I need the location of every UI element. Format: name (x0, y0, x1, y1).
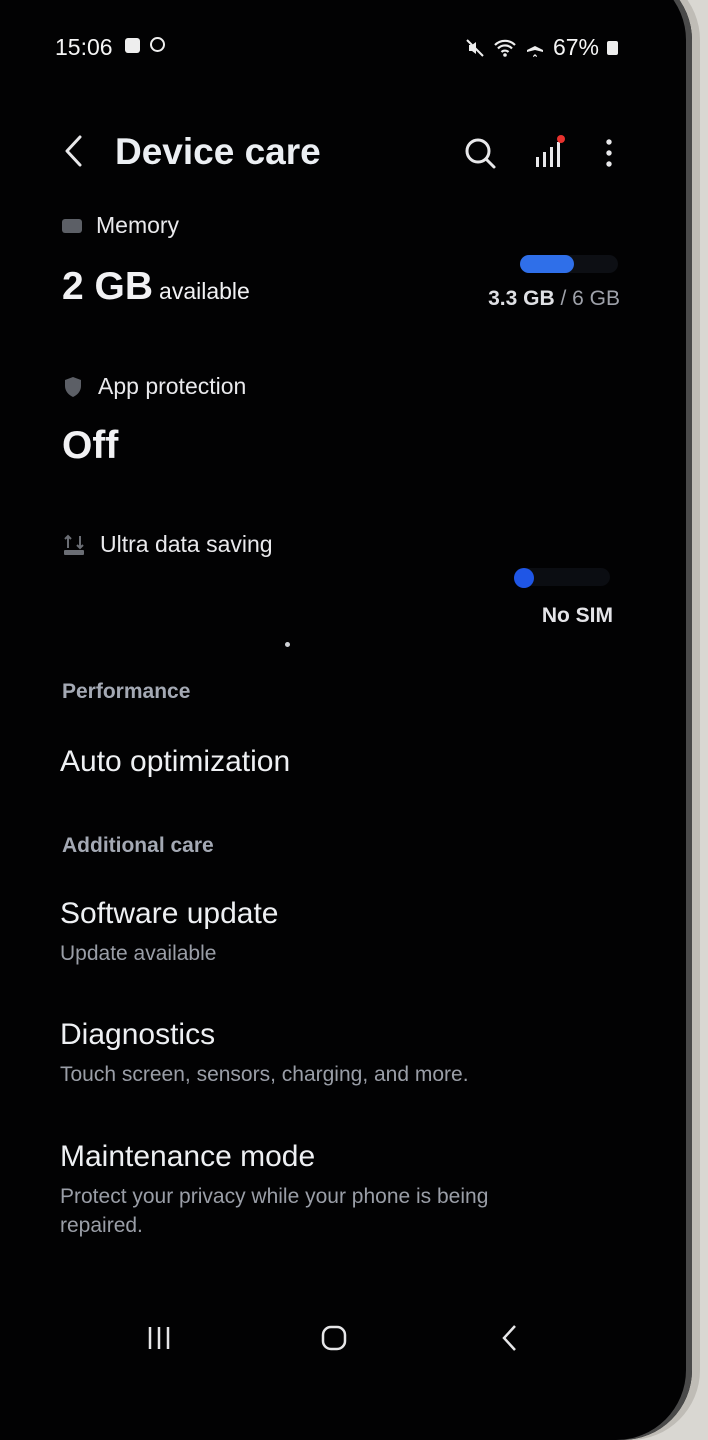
status-icons: 67% (465, 34, 618, 61)
memory-row[interactable]: Memory (62, 212, 179, 239)
status-bar: 15:06 67% (55, 34, 618, 64)
maintenance-mode-item[interactable]: Maintenance mode Protect your privacy wh… (60, 1140, 560, 1240)
ultra-data-saving-row[interactable]: Ultra data saving (62, 531, 273, 558)
page-indicator-dot (285, 642, 290, 647)
auto-optimization-item[interactable]: Auto optimization (60, 745, 620, 779)
memory-value: 2 GB (62, 265, 154, 308)
bar-chart-icon (536, 135, 565, 167)
performance-stats-button[interactable] (530, 133, 570, 173)
sync-icon (150, 37, 165, 52)
memory-label: Memory (96, 212, 180, 238)
navigation-bar (0, 1315, 708, 1365)
memory-icon (62, 218, 82, 233)
software-update-item[interactable]: Software update Update available (60, 897, 620, 968)
device-care-screen: 15:06 67% Device care Memory 2 GB availa… (0, 0, 680, 1395)
more-options-button[interactable] (590, 133, 628, 173)
app-bar: Device care (0, 125, 680, 185)
ultra-data-saving-label: Ultra data saving (100, 531, 273, 557)
recent-apps-button[interactable] (134, 1315, 184, 1360)
app-protection-value: Off (62, 424, 119, 467)
home-button[interactable] (309, 1315, 359, 1360)
memory-total: / 6 GB (560, 287, 620, 310)
diagnostics-title: Diagnostics (60, 1018, 216, 1051)
status-time: 15:06 (55, 34, 113, 60)
auto-optimization-title: Auto optimization (60, 745, 291, 778)
shield-icon (65, 376, 81, 397)
mute-icon (466, 38, 484, 57)
airplane-icon (526, 38, 543, 57)
data-saving-indicator (514, 568, 534, 588)
chevron-left-icon (65, 135, 82, 167)
notification-icon (125, 38, 140, 53)
home-icon (321, 1325, 347, 1350)
performance-heading: Performance (62, 680, 191, 703)
maintenance-mode-title: Maintenance mode (60, 1140, 316, 1173)
back-icon (502, 1324, 516, 1351)
software-update-title: Software update (60, 897, 279, 930)
data-saving-icon (64, 534, 84, 555)
recents-icon (148, 1326, 170, 1349)
page-title: Device care (115, 131, 321, 172)
nav-back-button[interactable] (485, 1315, 535, 1360)
battery-icon (607, 40, 618, 55)
memory-usage-text: 3.3 GB / 6 GB (488, 287, 620, 311)
memory-unit: available (159, 278, 250, 304)
memory-used: 3.3 GB (488, 287, 555, 310)
diagnostics-subtitle: Touch screen, sensors, charging, and mor… (60, 1063, 469, 1086)
search-icon (465, 138, 496, 169)
more-vert-icon (606, 139, 612, 167)
app-protection-row[interactable]: App protection (62, 373, 246, 400)
memory-usage-bar (520, 255, 618, 273)
app-protection-label: App protection (98, 373, 247, 399)
memory-available: 2 GB available (62, 265, 250, 309)
additional-care-heading: Additional care (62, 834, 214, 857)
software-update-subtitle: Update available (60, 942, 217, 965)
memory-usage-fill (520, 255, 574, 273)
diagnostics-item[interactable]: Diagnostics Touch screen, sensors, charg… (60, 1018, 620, 1089)
maintenance-mode-subtitle: Protect your privacy while your phone is… (60, 1185, 489, 1237)
wifi-icon (494, 39, 516, 57)
phone-frame: 15:06 67% Device care Memory 2 GB availa… (0, 0, 692, 1440)
back-button[interactable] (58, 129, 98, 177)
sim-status: No SIM (541, 604, 613, 627)
search-button[interactable] (460, 133, 500, 173)
battery-percent: 67% (552, 34, 599, 60)
